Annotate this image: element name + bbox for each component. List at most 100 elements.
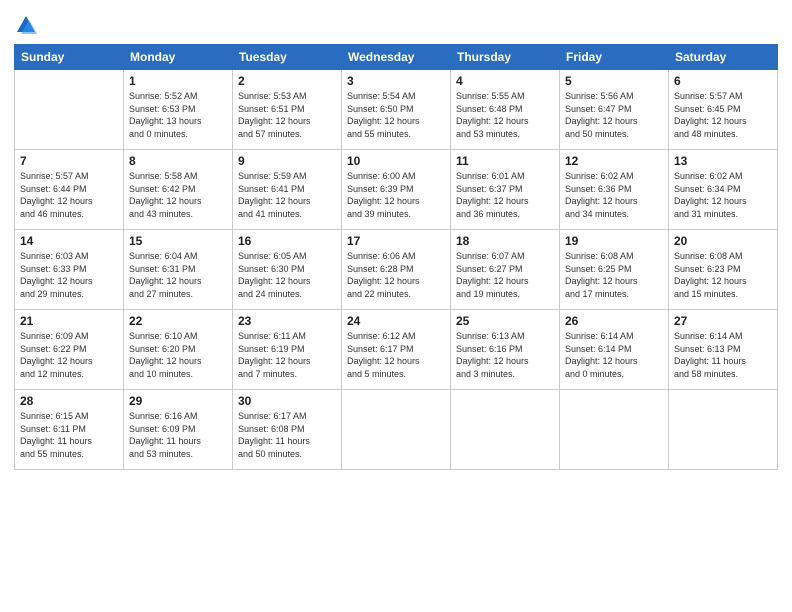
calendar-cell: 2Sunrise: 5:53 AM Sunset: 6:51 PM Daylig… bbox=[233, 70, 342, 150]
calendar-table: SundayMondayTuesdayWednesdayThursdayFrid… bbox=[14, 44, 778, 470]
day-number: 11 bbox=[456, 153, 554, 169]
week-row-3: 14Sunrise: 6:03 AM Sunset: 6:33 PM Dayli… bbox=[15, 230, 778, 310]
calendar-cell: 28Sunrise: 6:15 AM Sunset: 6:11 PM Dayli… bbox=[15, 390, 124, 470]
calendar-cell: 5Sunrise: 5:56 AM Sunset: 6:47 PM Daylig… bbox=[560, 70, 669, 150]
day-info: Sunrise: 5:54 AM Sunset: 6:50 PM Dayligh… bbox=[347, 90, 445, 140]
day-info: Sunrise: 6:11 AM Sunset: 6:19 PM Dayligh… bbox=[238, 330, 336, 380]
day-info: Sunrise: 6:07 AM Sunset: 6:27 PM Dayligh… bbox=[456, 250, 554, 300]
calendar-cell bbox=[342, 390, 451, 470]
day-number: 18 bbox=[456, 233, 554, 249]
header bbox=[14, 10, 778, 36]
day-number: 1 bbox=[129, 73, 227, 89]
day-info: Sunrise: 6:00 AM Sunset: 6:39 PM Dayligh… bbox=[347, 170, 445, 220]
col-header-wednesday: Wednesday bbox=[342, 45, 451, 70]
day-number: 2 bbox=[238, 73, 336, 89]
day-info: Sunrise: 6:16 AM Sunset: 6:09 PM Dayligh… bbox=[129, 410, 227, 460]
day-number: 3 bbox=[347, 73, 445, 89]
calendar-cell: 6Sunrise: 5:57 AM Sunset: 6:45 PM Daylig… bbox=[669, 70, 778, 150]
logo bbox=[14, 14, 37, 36]
calendar-cell: 23Sunrise: 6:11 AM Sunset: 6:19 PM Dayli… bbox=[233, 310, 342, 390]
day-info: Sunrise: 6:08 AM Sunset: 6:25 PM Dayligh… bbox=[565, 250, 663, 300]
day-number: 15 bbox=[129, 233, 227, 249]
calendar-cell: 3Sunrise: 5:54 AM Sunset: 6:50 PM Daylig… bbox=[342, 70, 451, 150]
calendar-cell: 26Sunrise: 6:14 AM Sunset: 6:14 PM Dayli… bbox=[560, 310, 669, 390]
calendar-cell: 16Sunrise: 6:05 AM Sunset: 6:30 PM Dayli… bbox=[233, 230, 342, 310]
day-info: Sunrise: 6:01 AM Sunset: 6:37 PM Dayligh… bbox=[456, 170, 554, 220]
calendar-header-row: SundayMondayTuesdayWednesdayThursdayFrid… bbox=[15, 45, 778, 70]
logo-icon bbox=[15, 14, 37, 36]
calendar-cell: 9Sunrise: 5:59 AM Sunset: 6:41 PM Daylig… bbox=[233, 150, 342, 230]
day-number: 9 bbox=[238, 153, 336, 169]
calendar-cell: 13Sunrise: 6:02 AM Sunset: 6:34 PM Dayli… bbox=[669, 150, 778, 230]
day-info: Sunrise: 5:53 AM Sunset: 6:51 PM Dayligh… bbox=[238, 90, 336, 140]
day-number: 6 bbox=[674, 73, 772, 89]
calendar-cell: 15Sunrise: 6:04 AM Sunset: 6:31 PM Dayli… bbox=[124, 230, 233, 310]
col-header-friday: Friday bbox=[560, 45, 669, 70]
calendar-cell: 21Sunrise: 6:09 AM Sunset: 6:22 PM Dayli… bbox=[15, 310, 124, 390]
day-info: Sunrise: 6:05 AM Sunset: 6:30 PM Dayligh… bbox=[238, 250, 336, 300]
day-info: Sunrise: 6:06 AM Sunset: 6:28 PM Dayligh… bbox=[347, 250, 445, 300]
calendar-cell: 24Sunrise: 6:12 AM Sunset: 6:17 PM Dayli… bbox=[342, 310, 451, 390]
day-number: 10 bbox=[347, 153, 445, 169]
day-number: 23 bbox=[238, 313, 336, 329]
day-number: 30 bbox=[238, 393, 336, 409]
day-number: 27 bbox=[674, 313, 772, 329]
calendar-cell: 12Sunrise: 6:02 AM Sunset: 6:36 PM Dayli… bbox=[560, 150, 669, 230]
day-info: Sunrise: 5:57 AM Sunset: 6:44 PM Dayligh… bbox=[20, 170, 118, 220]
day-number: 13 bbox=[674, 153, 772, 169]
day-info: Sunrise: 6:02 AM Sunset: 6:34 PM Dayligh… bbox=[674, 170, 772, 220]
col-header-sunday: Sunday bbox=[15, 45, 124, 70]
calendar-cell bbox=[15, 70, 124, 150]
week-row-2: 7Sunrise: 5:57 AM Sunset: 6:44 PM Daylig… bbox=[15, 150, 778, 230]
day-info: Sunrise: 6:02 AM Sunset: 6:36 PM Dayligh… bbox=[565, 170, 663, 220]
day-number: 12 bbox=[565, 153, 663, 169]
calendar-cell: 11Sunrise: 6:01 AM Sunset: 6:37 PM Dayli… bbox=[451, 150, 560, 230]
day-number: 29 bbox=[129, 393, 227, 409]
day-number: 20 bbox=[674, 233, 772, 249]
day-info: Sunrise: 6:09 AM Sunset: 6:22 PM Dayligh… bbox=[20, 330, 118, 380]
col-header-monday: Monday bbox=[124, 45, 233, 70]
day-info: Sunrise: 5:59 AM Sunset: 6:41 PM Dayligh… bbox=[238, 170, 336, 220]
page: SundayMondayTuesdayWednesdayThursdayFrid… bbox=[0, 0, 792, 612]
day-info: Sunrise: 6:08 AM Sunset: 6:23 PM Dayligh… bbox=[674, 250, 772, 300]
day-info: Sunrise: 6:12 AM Sunset: 6:17 PM Dayligh… bbox=[347, 330, 445, 380]
day-number: 17 bbox=[347, 233, 445, 249]
day-info: Sunrise: 5:55 AM Sunset: 6:48 PM Dayligh… bbox=[456, 90, 554, 140]
day-info: Sunrise: 6:04 AM Sunset: 6:31 PM Dayligh… bbox=[129, 250, 227, 300]
day-info: Sunrise: 6:10 AM Sunset: 6:20 PM Dayligh… bbox=[129, 330, 227, 380]
calendar-cell: 8Sunrise: 5:58 AM Sunset: 6:42 PM Daylig… bbox=[124, 150, 233, 230]
calendar-cell: 1Sunrise: 5:52 AM Sunset: 6:53 PM Daylig… bbox=[124, 70, 233, 150]
col-header-tuesday: Tuesday bbox=[233, 45, 342, 70]
calendar-cell: 17Sunrise: 6:06 AM Sunset: 6:28 PM Dayli… bbox=[342, 230, 451, 310]
calendar-cell bbox=[669, 390, 778, 470]
day-info: Sunrise: 6:14 AM Sunset: 6:14 PM Dayligh… bbox=[565, 330, 663, 380]
day-number: 8 bbox=[129, 153, 227, 169]
day-number: 19 bbox=[565, 233, 663, 249]
calendar-cell: 18Sunrise: 6:07 AM Sunset: 6:27 PM Dayli… bbox=[451, 230, 560, 310]
day-info: Sunrise: 5:58 AM Sunset: 6:42 PM Dayligh… bbox=[129, 170, 227, 220]
calendar-cell: 20Sunrise: 6:08 AM Sunset: 6:23 PM Dayli… bbox=[669, 230, 778, 310]
calendar-cell bbox=[451, 390, 560, 470]
calendar-cell: 14Sunrise: 6:03 AM Sunset: 6:33 PM Dayli… bbox=[15, 230, 124, 310]
calendar-cell: 25Sunrise: 6:13 AM Sunset: 6:16 PM Dayli… bbox=[451, 310, 560, 390]
day-number: 22 bbox=[129, 313, 227, 329]
day-info: Sunrise: 6:13 AM Sunset: 6:16 PM Dayligh… bbox=[456, 330, 554, 380]
col-header-saturday: Saturday bbox=[669, 45, 778, 70]
week-row-4: 21Sunrise: 6:09 AM Sunset: 6:22 PM Dayli… bbox=[15, 310, 778, 390]
calendar-cell: 4Sunrise: 5:55 AM Sunset: 6:48 PM Daylig… bbox=[451, 70, 560, 150]
day-info: Sunrise: 5:52 AM Sunset: 6:53 PM Dayligh… bbox=[129, 90, 227, 140]
week-row-1: 1Sunrise: 5:52 AM Sunset: 6:53 PM Daylig… bbox=[15, 70, 778, 150]
calendar-cell: 7Sunrise: 5:57 AM Sunset: 6:44 PM Daylig… bbox=[15, 150, 124, 230]
calendar-cell: 19Sunrise: 6:08 AM Sunset: 6:25 PM Dayli… bbox=[560, 230, 669, 310]
day-number: 25 bbox=[456, 313, 554, 329]
week-row-5: 28Sunrise: 6:15 AM Sunset: 6:11 PM Dayli… bbox=[15, 390, 778, 470]
day-number: 5 bbox=[565, 73, 663, 89]
calendar-cell: 29Sunrise: 6:16 AM Sunset: 6:09 PM Dayli… bbox=[124, 390, 233, 470]
day-number: 7 bbox=[20, 153, 118, 169]
calendar-cell: 22Sunrise: 6:10 AM Sunset: 6:20 PM Dayli… bbox=[124, 310, 233, 390]
day-info: Sunrise: 6:14 AM Sunset: 6:13 PM Dayligh… bbox=[674, 330, 772, 380]
day-info: Sunrise: 5:56 AM Sunset: 6:47 PM Dayligh… bbox=[565, 90, 663, 140]
day-number: 24 bbox=[347, 313, 445, 329]
day-number: 26 bbox=[565, 313, 663, 329]
day-info: Sunrise: 6:03 AM Sunset: 6:33 PM Dayligh… bbox=[20, 250, 118, 300]
